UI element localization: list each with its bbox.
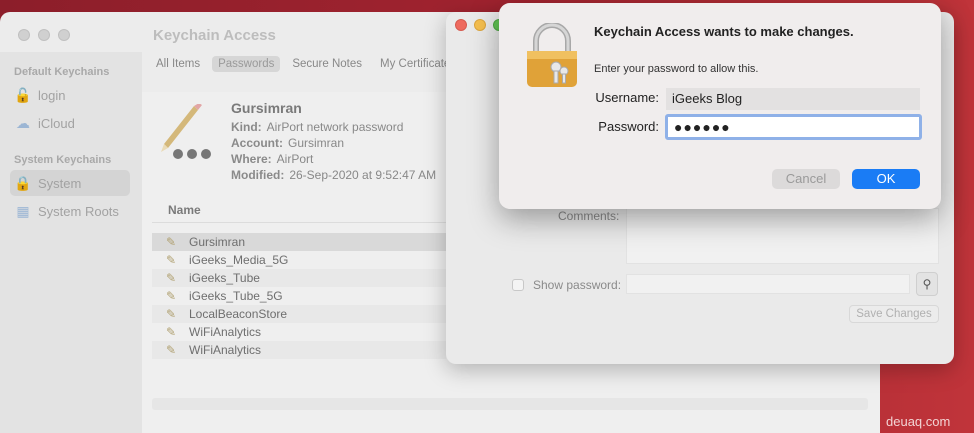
- row-name: WiFiAnalytics: [189, 343, 262, 357]
- minimize-button[interactable]: [474, 19, 486, 31]
- username-field[interactable]: iGeeks Blog: [666, 88, 920, 110]
- row-name: iGeeks_Media_5G: [189, 253, 289, 267]
- item-name: Gursimran: [231, 100, 302, 116]
- username-label: Username:: [595, 90, 659, 105]
- pencil-icon: ✎: [166, 235, 177, 249]
- auth-dialog: Keychain Access wants to make changes. E…: [499, 3, 941, 209]
- sidebar: Default Keychains 🔓 login ☁ iCloud Syste…: [0, 52, 142, 433]
- where-label: Where:: [231, 152, 272, 166]
- tab-all-items[interactable]: All Items: [150, 56, 206, 72]
- cloud-icon: ☁: [16, 114, 30, 131]
- sidebar-item-label: login: [38, 87, 66, 103]
- row-name: WiFiAnalytics: [189, 325, 262, 339]
- account-value: Gursimran: [288, 136, 345, 150]
- table-row[interactable]: ✎ Gursimran: [152, 233, 446, 251]
- detail-modified: Modified: 26-Sep-2020 at 9:52:47 AM: [231, 168, 436, 182]
- table-row[interactable]: ✎ iGeeks_Media_5G: [152, 251, 446, 269]
- sidebar-item-icloud[interactable]: ☁ iCloud: [10, 110, 130, 136]
- cabinet-icon: ▦: [16, 202, 30, 219]
- comments-label: Comments:: [558, 209, 620, 223]
- pencil-icon: ✎: [166, 289, 177, 303]
- key-icon[interactable]: ⚲: [916, 272, 938, 296]
- sidebar-item-label: System: [38, 175, 82, 191]
- pencil-icon: ✎: [166, 307, 177, 321]
- window-controls: [455, 19, 505, 31]
- row-name: iGeeks_Tube: [189, 271, 260, 285]
- horizontal-scrollbar[interactable]: [152, 398, 868, 410]
- pencil-icon: ✎: [166, 325, 177, 339]
- watermark: deuaq.com: [886, 414, 951, 429]
- close-button[interactable]: [18, 29, 30, 41]
- pencil-icon: ✎: [166, 343, 177, 357]
- zoom-button[interactable]: [58, 29, 70, 41]
- cancel-button[interactable]: Cancel: [772, 169, 840, 189]
- modified-value: 26-Sep-2020 at 9:52:47 AM: [289, 168, 437, 182]
- pencil-icon: ✎: [166, 253, 177, 267]
- sidebar-item-label: iCloud: [38, 115, 75, 131]
- save-changes-button[interactable]: Save Changes: [849, 305, 939, 323]
- ok-button[interactable]: OK: [852, 169, 920, 189]
- system-keychains-header: System Keychains: [14, 154, 112, 166]
- detail-where: Where: AirPort: [231, 152, 313, 166]
- padlock-icon: [527, 23, 577, 87]
- sidebar-item-label: System Roots: [38, 203, 119, 219]
- tab-secure-notes[interactable]: Secure Notes: [286, 56, 368, 72]
- tab-my-certificates[interactable]: My Certificate: [374, 56, 456, 72]
- table-row[interactable]: ✎ WiFiAnalytics: [152, 323, 446, 341]
- column-header-name[interactable]: Name: [152, 199, 446, 223]
- password-field[interactable]: ●●●●●●: [665, 114, 922, 140]
- sidebar-item-login[interactable]: 🔓 login: [10, 82, 130, 108]
- sidebar-item-system[interactable]: 🔒 System: [10, 170, 130, 196]
- detail-account: Account: Gursimran: [231, 136, 344, 150]
- kind-label: Kind:: [231, 120, 262, 134]
- show-password-label: Show password:: [533, 278, 622, 292]
- category-tabs: All Items Passwords Secure Notes My Cert…: [150, 56, 456, 72]
- table-row[interactable]: ✎ iGeeks_Tube_5G: [152, 287, 446, 305]
- window-title: Keychain Access: [153, 27, 276, 44]
- default-keychains-header: Default Keychains: [14, 66, 110, 78]
- row-name: Gursimran: [189, 235, 246, 249]
- dialog-subtitle: Enter your password to allow this.: [594, 63, 759, 75]
- window-controls: [18, 29, 70, 41]
- show-password-checkbox[interactable]: [512, 279, 524, 291]
- pencil-icon: ✎: [166, 271, 177, 285]
- pencil-icon: [161, 104, 211, 159]
- modified-label: Modified:: [231, 168, 285, 182]
- kind-value: AirPort network password: [266, 120, 404, 134]
- table-row[interactable]: ✎ iGeeks_Tube: [152, 269, 446, 287]
- detail-kind: Kind: AirPort network password: [231, 120, 403, 134]
- lock-icon: 🔒: [14, 174, 32, 191]
- table-row[interactable]: ✎ LocalBeaconStore: [152, 305, 446, 323]
- comments-field[interactable]: [626, 208, 939, 264]
- password-field[interactable]: [626, 274, 910, 294]
- row-name: iGeeks_Tube_5G: [189, 289, 283, 303]
- table-row[interactable]: ✎ WiFiAnalytics: [152, 341, 446, 359]
- sidebar-item-system-roots[interactable]: ▦ System Roots: [10, 198, 130, 224]
- row-name: LocalBeaconStore: [189, 307, 288, 321]
- password-label: Password:: [598, 119, 659, 134]
- dialog-title: Keychain Access wants to make changes.: [594, 24, 854, 39]
- tab-passwords[interactable]: Passwords: [212, 56, 281, 72]
- lock-icon: 🔓: [14, 86, 32, 103]
- close-button[interactable]: [455, 19, 467, 31]
- account-label: Account:: [231, 136, 283, 150]
- minimize-button[interactable]: [38, 29, 50, 41]
- where-value: AirPort: [276, 152, 314, 166]
